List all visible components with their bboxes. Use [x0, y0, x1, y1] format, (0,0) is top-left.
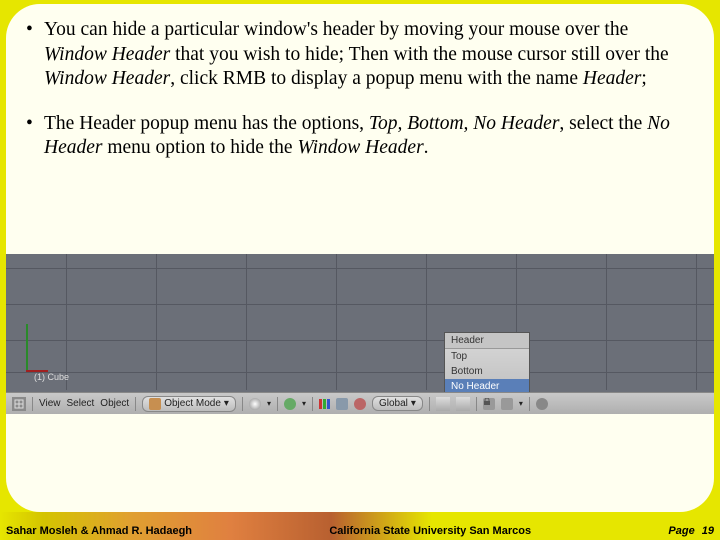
chevron-down-icon: ▾ [411, 398, 416, 409]
chevron-down-icon: ▾ [267, 399, 271, 408]
text: . [424, 137, 429, 158]
text: , click RMB to display a popup menu with… [170, 68, 583, 89]
text: ; [641, 68, 646, 89]
window-header-bar[interactable]: View Select Object Object Mode ▾ ▾ ▾ Glo… [6, 392, 714, 414]
bullet-2: The Header popup menu has the options, T… [44, 112, 688, 161]
orientation-label: Global [379, 398, 408, 409]
page-number: 19 [702, 525, 714, 537]
footer-page: Page 19 [668, 525, 714, 537]
3d-viewport: (1) Cube Header Top Bottom No Header Vie… [6, 254, 714, 414]
emph: Header [583, 68, 641, 89]
text: , select the [559, 113, 647, 134]
editor-type-icon[interactable] [12, 397, 26, 411]
lock-icon[interactable] [483, 398, 495, 410]
object-label: (1) Cube [34, 372, 69, 382]
mode-label: Object Mode [164, 398, 221, 409]
chevron-down-icon: ▾ [519, 399, 523, 408]
footer-university: California State University San Marcos [192, 525, 668, 537]
chevron-down-icon: ▾ [302, 399, 306, 408]
menu-view[interactable]: View [39, 398, 61, 409]
emph: Window Header [44, 68, 170, 89]
layers-icon[interactable] [436, 397, 450, 411]
text: menu option to hide the [102, 137, 297, 158]
cube-icon [149, 398, 161, 410]
popup-item-bottom[interactable]: Bottom [445, 364, 529, 379]
chevron-down-icon: ▾ [224, 398, 229, 409]
text: that you wish to hide; Then with the mou… [170, 44, 668, 65]
orientation-dropdown[interactable]: Global ▾ [372, 396, 423, 411]
blender-screenshot: (1) Cube Header Top Bottom No Header Vie… [6, 254, 714, 414]
popup-title: Header [445, 333, 529, 349]
shading-icon-1[interactable] [249, 398, 261, 410]
pivot-icon[interactable] [284, 398, 296, 410]
mode-dropdown[interactable]: Object Mode ▾ [142, 396, 236, 412]
transform-icon[interactable] [336, 398, 348, 410]
emph: Top, Bottom, No Header [369, 113, 560, 134]
header-popup-menu: Header Top Bottom No Header [444, 332, 530, 395]
snap-icon[interactable] [501, 398, 513, 410]
emph: Window Header [44, 44, 170, 65]
bullet-1: You can hide a particular window's heade… [44, 18, 688, 92]
text: You can hide a particular window's heade… [44, 19, 628, 40]
manipulator-icon[interactable] [354, 398, 366, 410]
text: The Header popup menu has the options, [44, 113, 369, 134]
menu-select[interactable]: Select [67, 398, 95, 409]
popup-item-top[interactable]: Top [445, 349, 529, 364]
slide-footer: Sahar Mosleh & Ahmad R. Hadaegh Californ… [0, 512, 720, 540]
menu-object[interactable]: Object [100, 398, 129, 409]
axis-y-icon [26, 324, 28, 372]
emph: Window Header [297, 137, 423, 158]
layers-icon-2[interactable] [456, 397, 470, 411]
page-label: Page [668, 525, 694, 537]
render-icon[interactable] [536, 398, 548, 410]
axis-xyz-icon[interactable] [319, 399, 330, 409]
footer-authors: Sahar Mosleh & Ahmad R. Hadaegh [6, 525, 192, 537]
